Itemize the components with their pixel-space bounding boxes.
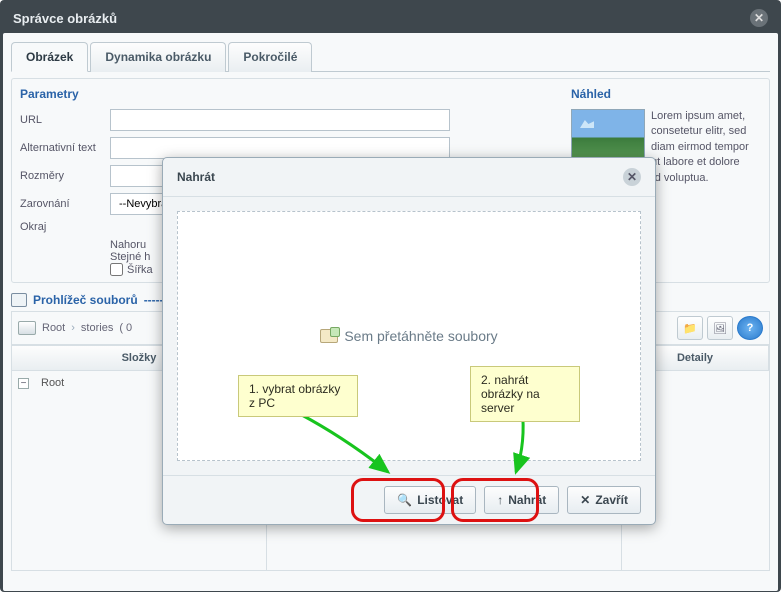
- path-sep: ›: [71, 322, 75, 334]
- expander-icon[interactable]: −: [18, 378, 29, 389]
- alt-label: Alternativní text: [20, 142, 110, 154]
- browse-button[interactable]: 🔍 Listovat: [384, 486, 476, 514]
- path-stories[interactable]: stories: [81, 322, 113, 334]
- picture-icon: 🖼: [713, 322, 727, 335]
- tab-dynamics[interactable]: Dynamika obrázku: [90, 42, 226, 72]
- width-input[interactable]: [110, 165, 170, 187]
- upload-arrow-icon: ↑: [497, 493, 503, 507]
- tab-image[interactable]: Obrázek: [11, 42, 88, 72]
- upload-button[interactable]: ↑ Nahrát: [484, 486, 559, 514]
- width-checkbox[interactable]: [110, 263, 123, 276]
- path-count: ( 0: [119, 322, 132, 334]
- upload-body: Sem přetáhněte soubory: [163, 197, 655, 475]
- image-button[interactable]: 🖼: [707, 316, 733, 340]
- url-label: URL: [20, 114, 110, 126]
- url-input[interactable]: [110, 109, 450, 131]
- toolbar-buttons: 📁 🖼 ?: [677, 316, 763, 340]
- upload-titlebar: Nahrát ✕: [163, 158, 655, 197]
- new-folder-button[interactable]: 📁: [677, 316, 703, 340]
- file-browser-icon: [11, 293, 27, 307]
- tabs: Obrázek Dynamika obrázku Pokročilé: [11, 41, 770, 72]
- close-label: Zavřít: [595, 493, 628, 507]
- upload-footer: 🔍 Listovat ↑ Nahrát ✕ Zavřít: [163, 475, 655, 524]
- path-root[interactable]: Root: [42, 322, 65, 334]
- dropzone-text: Sem přetáhněte soubory: [344, 328, 497, 344]
- file-browser-title: Prohlížeč souborů: [33, 293, 138, 307]
- width-chk-label: Šířka: [127, 264, 153, 276]
- search-icon: 🔍: [397, 493, 412, 507]
- folder-root-label: Root: [41, 377, 64, 389]
- upload-dialog: Nahrát ✕ Sem přetáhněte soubory 🔍 Listov…: [162, 157, 656, 525]
- preview-thumbnail: [571, 109, 645, 161]
- alt-input[interactable]: [110, 137, 450, 159]
- dropzone[interactable]: Sem přetáhněte soubory: [177, 211, 641, 461]
- browse-label: Listovat: [417, 493, 463, 507]
- close-icon[interactable]: ✕: [750, 9, 768, 27]
- main-titlebar: Správce obrázků ✕: [3, 3, 778, 33]
- close-icon[interactable]: ✕: [623, 168, 641, 186]
- upload-label: Nahrát: [508, 493, 546, 507]
- tab-advanced[interactable]: Pokročilé: [228, 42, 312, 72]
- callout-step1: 1. vybrat obrázky z PC: [238, 375, 358, 417]
- drive-icon: [18, 321, 36, 335]
- close-x-icon: ✕: [580, 493, 590, 507]
- params-heading: Parametry: [20, 87, 555, 101]
- help-button[interactable]: ?: [737, 316, 763, 340]
- help-icon: ?: [747, 322, 754, 334]
- callout-step2: 2. nahrát obrázky na server: [470, 366, 580, 422]
- border-label: Okraj: [20, 221, 110, 233]
- main-title: Správce obrázků: [13, 11, 117, 26]
- folder-plus-icon: 📁: [683, 322, 697, 335]
- preview-heading: Náhled: [571, 87, 761, 101]
- upload-title: Nahrát: [177, 170, 215, 184]
- folder-upload-icon: [320, 329, 338, 343]
- close-button[interactable]: ✕ Zavřít: [567, 486, 641, 514]
- dim-label: Rozměry: [20, 170, 110, 182]
- align-label: Zarovnání: [20, 198, 110, 210]
